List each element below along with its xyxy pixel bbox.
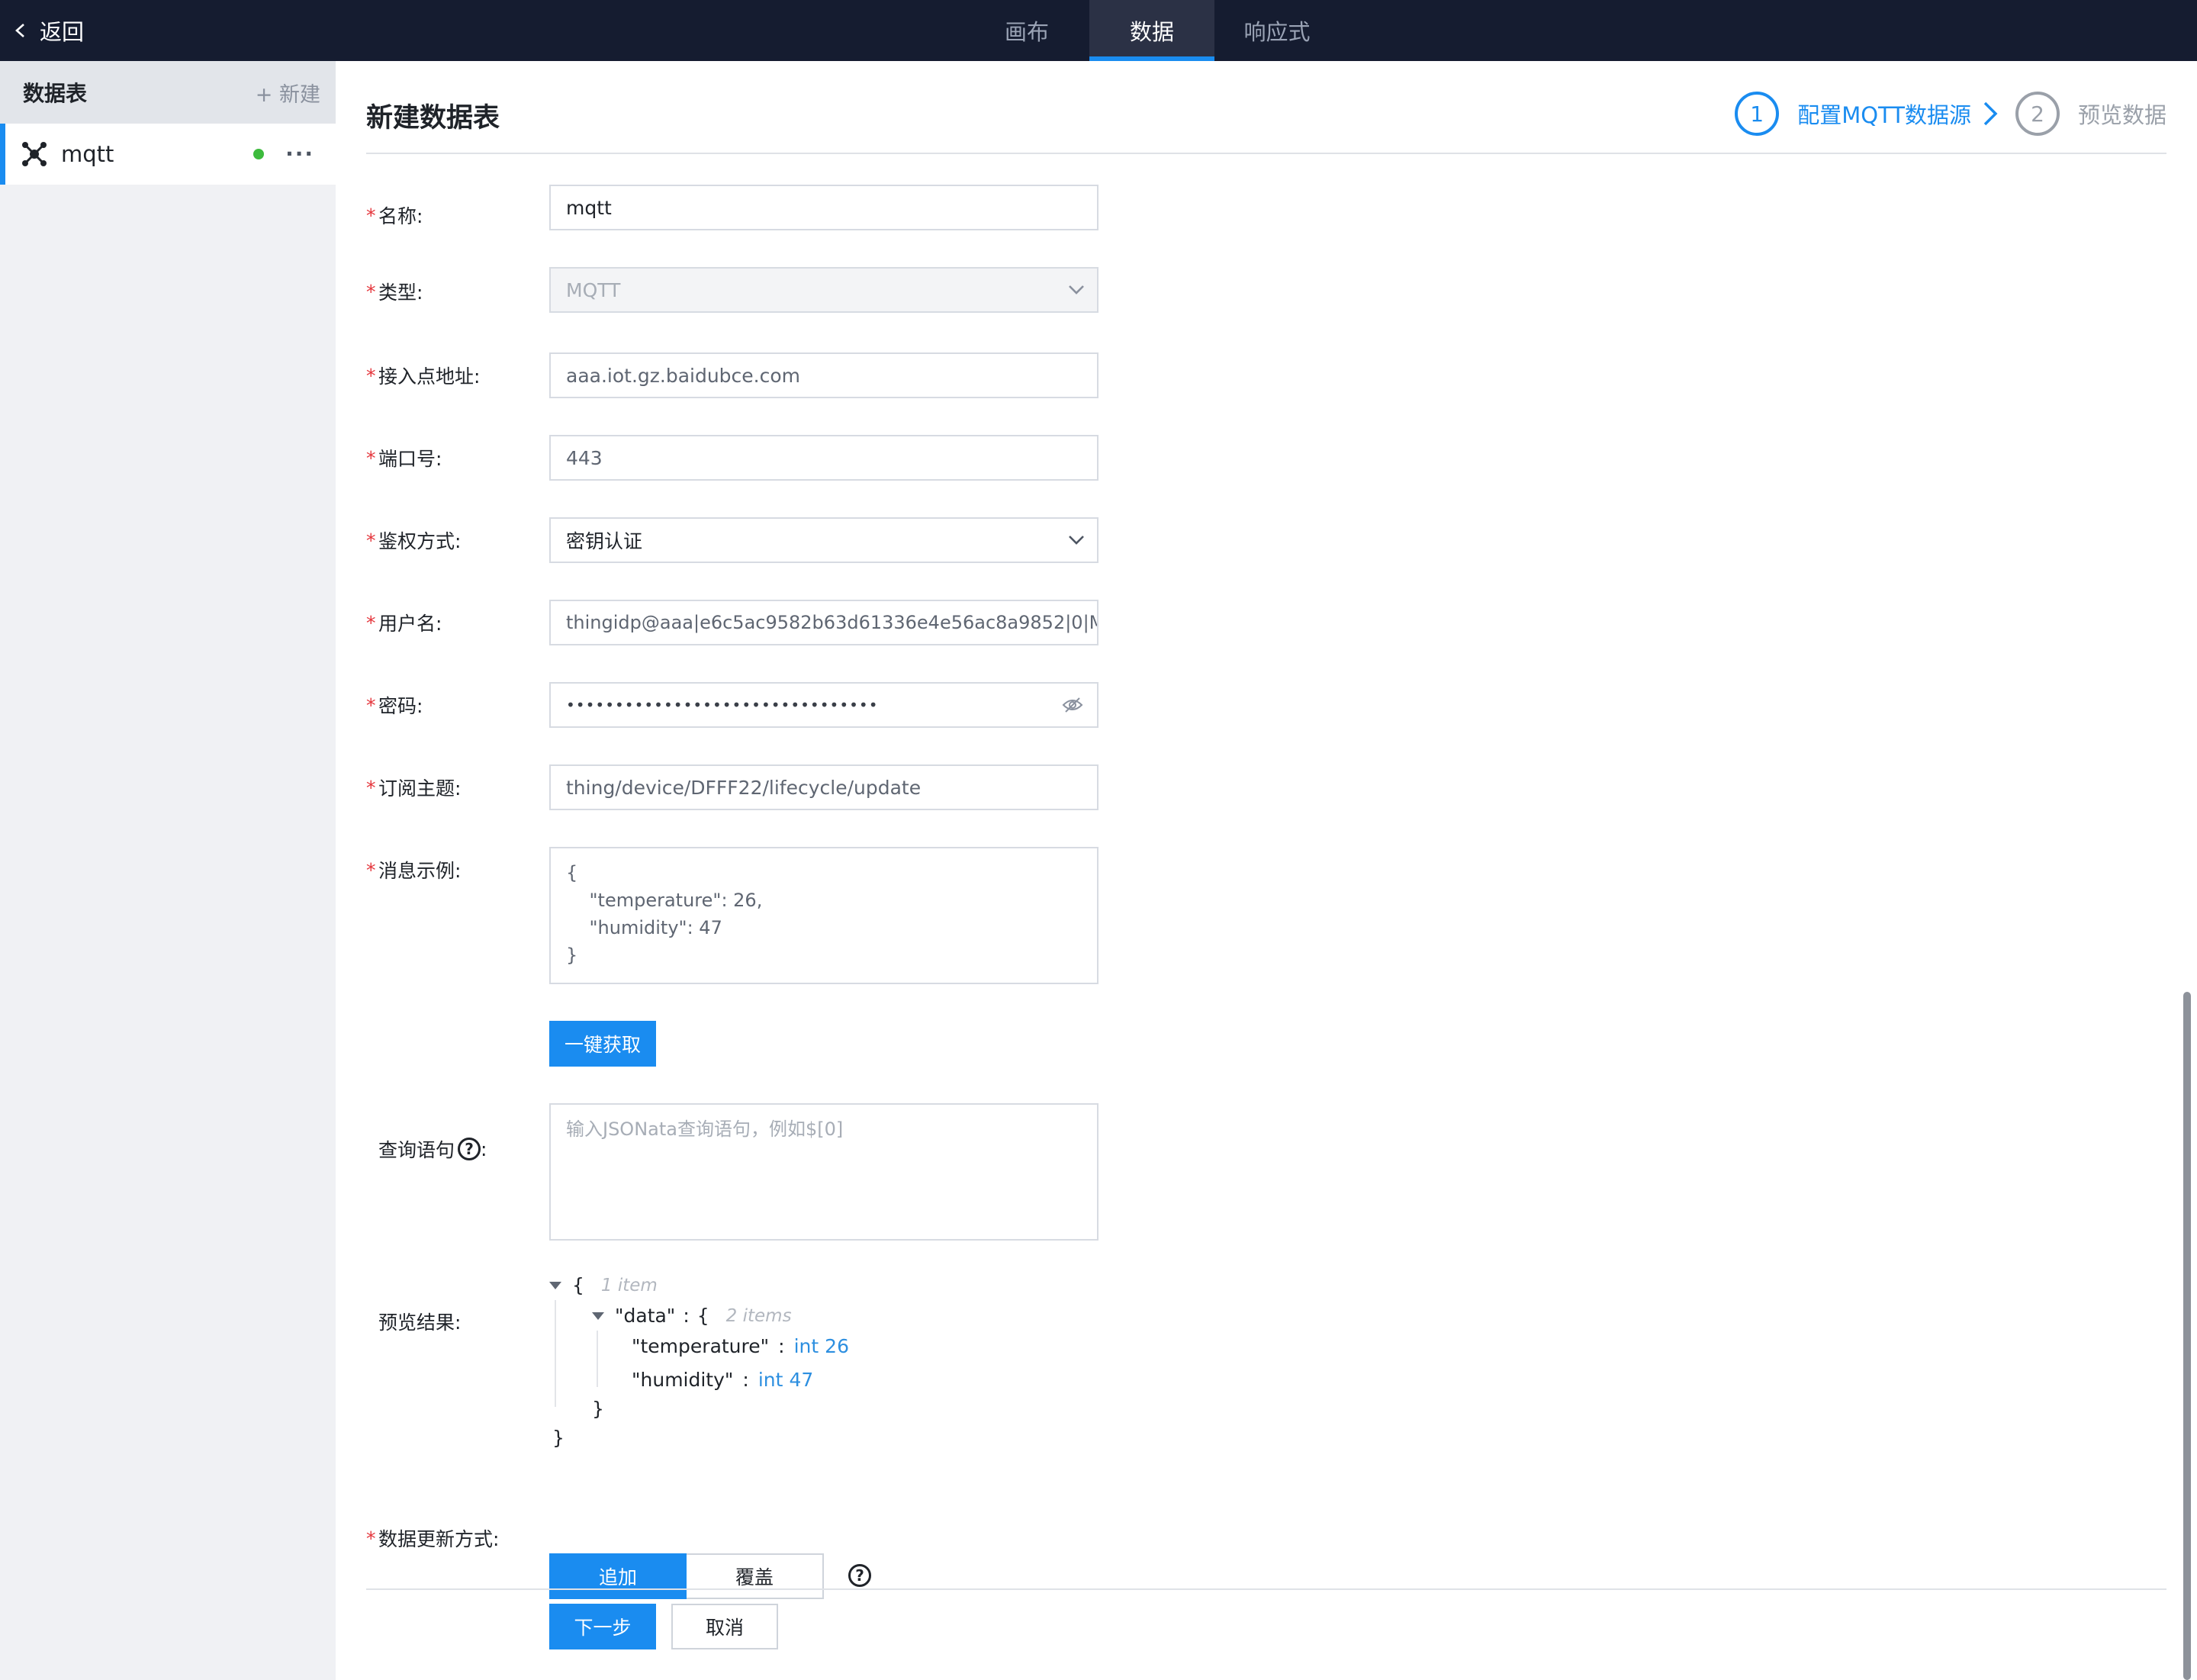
topic-input[interactable]: thing/device/DFFF22/lifecycle/update <box>549 764 1098 810</box>
type-label: * 类型: <box>366 280 423 304</box>
step-1-number: 1 <box>1735 92 1780 136</box>
step-2-label: 预览数据 <box>2077 102 2166 128</box>
update-mode-append[interactable]: 追加 <box>549 1553 687 1599</box>
next-button[interactable]: 下一步 <box>549 1604 656 1649</box>
auth-select[interactable]: 密钥认证 <box>549 517 1098 563</box>
auth-label: * 鉴权方式: <box>366 529 462 553</box>
update-mode-label: * 数据更新方式: <box>366 1527 500 1551</box>
name-input[interactable]: mqtt <box>549 185 1098 230</box>
sample-message-textarea[interactable]: { "temperature": 26, "humidity": 47 } <box>549 847 1098 984</box>
sidebar-title: 数据表 <box>23 81 88 106</box>
tab-responsive[interactable]: 响应式 <box>1214 0 1340 61</box>
sidebar-item-mqtt[interactable]: mqtt ··· <box>0 124 336 185</box>
topic-label: * 订阅主题: <box>366 776 462 800</box>
scrollbar[interactable] <box>2183 992 2191 1680</box>
cancel-button[interactable]: 取消 <box>671 1604 778 1649</box>
more-options-icon[interactable]: ··· <box>285 143 314 165</box>
fetch-button[interactable]: 一键获取 <box>549 1021 656 1067</box>
tree-close-brace: } <box>552 1427 565 1449</box>
chevron-left-icon <box>15 24 24 37</box>
chevron-right-icon <box>1983 101 1998 126</box>
tab-data[interactable]: 数据 <box>1089 0 1214 61</box>
sidebar-header: 数据表 + 新建 <box>0 61 336 124</box>
tree-guide-line <box>555 1300 556 1407</box>
type-select-value: MQTT <box>566 278 621 301</box>
endpoint-input[interactable]: aaa.iot.gz.baidubce.com <box>549 352 1098 398</box>
page-title: 新建数据表 <box>366 103 500 134</box>
top-bar: 返回 画布 数据 响应式 <box>0 0 2197 61</box>
back-label: 返回 <box>40 19 85 45</box>
tree-field-row: "humidity" : int 47 <box>632 1369 814 1391</box>
header-divider <box>366 153 2166 154</box>
password-label: * 密码: <box>366 694 423 718</box>
update-mode-overwrite[interactable]: 覆盖 <box>687 1553 824 1599</box>
chevron-down-icon <box>1069 285 1084 294</box>
tree-root-row[interactable]: { 1 item <box>549 1274 658 1296</box>
sidebar-item-label: mqtt <box>61 141 114 167</box>
tree-guide-line <box>597 1331 598 1387</box>
steps-indicator: 1 配置MQTT数据源 2 预览数据 <box>1735 92 2166 136</box>
query-textarea[interactable]: 输入JSONata查询语句，例如$[0] <box>549 1103 1098 1241</box>
mqtt-datasource-icon <box>22 142 47 166</box>
password-masked-value: •••••••••••••••••••••••••••••••• <box>566 696 879 714</box>
query-label: 查询语句 ? : <box>378 1138 487 1161</box>
port-label: * 端口号: <box>366 446 442 471</box>
eye-off-icon[interactable] <box>1062 696 1083 714</box>
type-select[interactable]: MQTT <box>549 267 1098 313</box>
collapse-caret-icon[interactable] <box>592 1311 604 1320</box>
name-label: * 名称: <box>366 204 423 228</box>
back-button[interactable]: 返回 <box>12 0 84 61</box>
sidebar: 数据表 + 新建 mqtt ··· <box>0 61 336 1680</box>
auth-select-value: 密钥认证 <box>566 530 643 552</box>
tab-canvas[interactable]: 画布 <box>964 0 1089 61</box>
port-input[interactable]: 443 <box>549 435 1098 481</box>
tree-field-row: "temperature" : int 26 <box>632 1335 849 1357</box>
help-icon[interactable]: ? <box>458 1138 481 1160</box>
endpoint-label: * 接入点地址: <box>366 364 481 388</box>
password-input[interactable]: •••••••••••••••••••••••••••••••• <box>549 682 1098 728</box>
footer-divider <box>366 1588 2166 1590</box>
chevron-down-icon <box>1069 536 1084 545</box>
username-input[interactable]: thingidp@aaa|e6c5ac9582b63d61336e4e56ac8… <box>549 600 1098 645</box>
username-label: * 用户名: <box>366 611 442 636</box>
help-icon[interactable]: ? <box>848 1564 871 1587</box>
preview-label: 预览结果: <box>378 1311 462 1334</box>
status-dot <box>253 149 265 159</box>
collapse-caret-icon[interactable] <box>549 1281 561 1289</box>
step-1-label: 配置MQTT数据源 <box>1797 102 1971 128</box>
tree-data-row[interactable]: "data" : { 2 items <box>592 1305 792 1327</box>
mode-tabs: 画布 数据 响应式 <box>964 0 1340 61</box>
tree-close-brace: } <box>592 1398 604 1420</box>
new-table-button[interactable]: + 新建 <box>256 78 320 108</box>
sample-label: * 消息示例: <box>366 858 462 883</box>
step-2-number: 2 <box>2015 92 2060 136</box>
